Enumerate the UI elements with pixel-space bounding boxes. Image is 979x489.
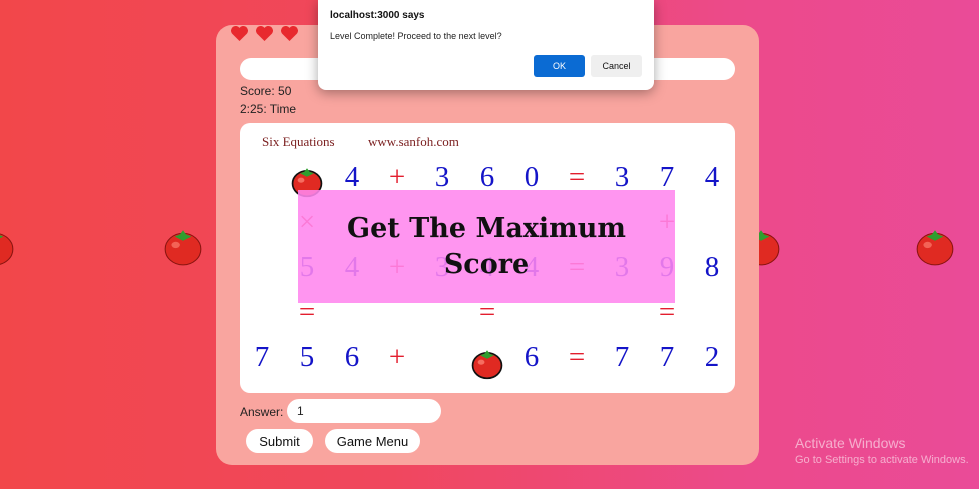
heart-icon <box>256 25 273 42</box>
activation-watermark-title: Activate Windows <box>795 435 906 451</box>
heart-icon <box>231 25 248 42</box>
board-cell: 8 <box>704 251 720 283</box>
tomato-icon <box>164 230 202 266</box>
heart-icon <box>281 25 298 42</box>
alert-dialog: localhost:3000 says Level Complete! Proc… <box>318 0 654 90</box>
board-cell: + <box>388 161 406 193</box>
score-label: Score: 50 <box>240 84 292 98</box>
dialog-title: localhost:3000 says <box>330 10 425 21</box>
answer-label: Answer: <box>240 405 284 419</box>
time-label: 2:25: Time <box>240 102 297 116</box>
board-cell: 2 <box>704 341 720 373</box>
submit-button[interactable]: Submit <box>246 429 313 453</box>
board-cell: 7 <box>659 341 675 373</box>
tomato-icon[interactable] <box>470 346 504 380</box>
board-cell: 7 <box>254 341 270 373</box>
board-cell: = <box>568 341 586 373</box>
goal-overlay-text: Get The Maximum Score <box>347 212 626 280</box>
board-cell: 7 <box>614 341 630 373</box>
cancel-button[interactable]: Cancel <box>591 55 642 77</box>
board-cell: 3 <box>614 161 630 193</box>
board-cell: 6 <box>479 161 495 193</box>
game-menu-button[interactable]: Game Menu <box>325 429 420 453</box>
tomato-icon <box>916 230 954 266</box>
board-cell: 6 <box>524 341 540 373</box>
tomato-icon <box>0 233 14 265</box>
goal-overlay: Get The Maximum Score <box>298 190 675 303</box>
activation-watermark-subtitle: Go to Settings to activate Windows. <box>795 454 969 466</box>
board-cell: 4 <box>344 161 360 193</box>
dialog-message: Level Complete! Proceed to the next leve… <box>330 31 502 41</box>
lives-indicator <box>230 25 299 42</box>
board-cell: 3 <box>434 161 450 193</box>
board-website: www.sanfoh.com <box>368 134 459 149</box>
ok-button[interactable]: OK <box>534 55 585 77</box>
board-cell: 4 <box>704 161 720 193</box>
board-title: Six Equations <box>262 134 335 149</box>
answer-input[interactable] <box>287 399 441 423</box>
board-cell: = <box>568 161 586 193</box>
board-cell: 6 <box>344 341 360 373</box>
board-cell: 5 <box>299 341 315 373</box>
board-cell: 7 <box>659 161 675 193</box>
board-cell: + <box>388 341 406 373</box>
board-cell: 0 <box>524 161 540 193</box>
